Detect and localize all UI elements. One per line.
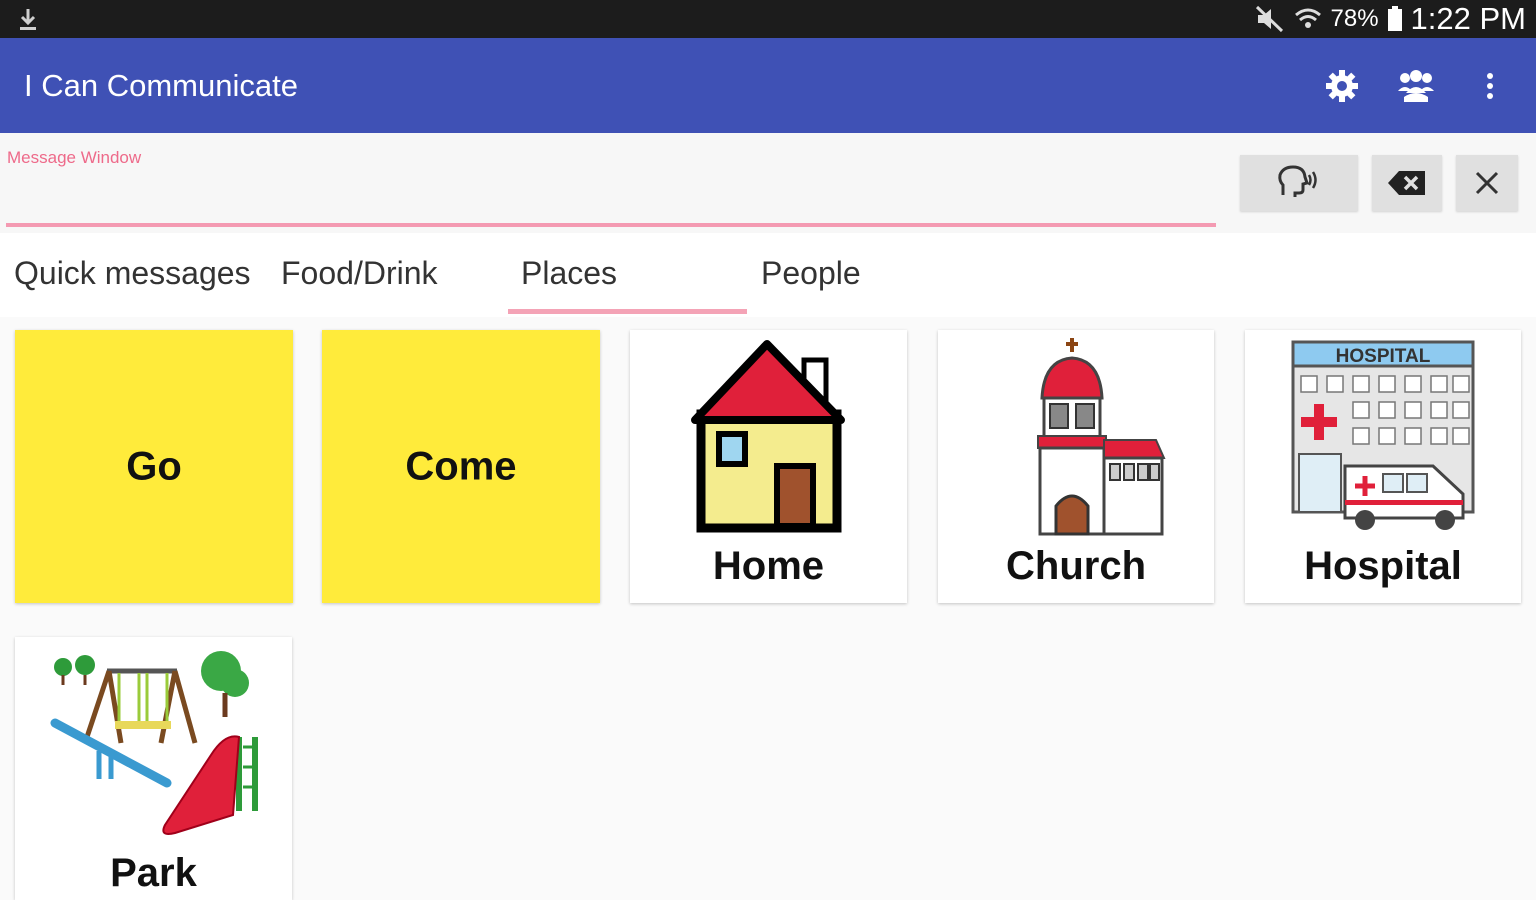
overflow-menu-button[interactable] (1468, 64, 1512, 108)
hospital-sign-text: HOSPITAL (1336, 346, 1431, 367)
hospital-icon: HOSPITAL (1291, 340, 1475, 530)
message-window-input[interactable] (6, 171, 1216, 221)
house-icon (690, 340, 845, 533)
tile-come[interactable]: Come (322, 330, 600, 603)
tile-label: Home (712, 544, 825, 588)
clock: 1:22 PM (1410, 1, 1526, 36)
backspace-button[interactable] (1372, 155, 1442, 211)
wifi-icon (1294, 8, 1321, 28)
tile-label: Come (405, 444, 517, 488)
people-button[interactable] (1394, 64, 1438, 108)
download-icon (20, 9, 36, 30)
backspace-icon (1388, 171, 1425, 195)
people-icon (1398, 69, 1434, 102)
tile-go[interactable]: Go (15, 330, 293, 603)
settings-button[interactable] (1320, 64, 1364, 108)
battery-percent: 78% (1330, 5, 1379, 32)
message-window-underline (6, 223, 1216, 227)
app-bar: I Can Communicate (0, 38, 1536, 133)
tile-hospital[interactable]: HOSPITAL Hospital (1245, 330, 1521, 603)
tab-people[interactable]: People (761, 255, 861, 292)
tab-places[interactable]: Places (521, 255, 617, 292)
tile-label: Go (126, 444, 182, 488)
close-icon (1475, 171, 1499, 195)
tab-food-drink[interactable]: Food/Drink (281, 255, 438, 292)
message-area: Message Window (0, 133, 1536, 233)
message-window-label: Message Window (7, 148, 142, 167)
tile-park[interactable]: Park (15, 637, 292, 900)
speak-button[interactable] (1240, 155, 1358, 211)
status-bar: 78% 1:22 PM (0, 0, 1536, 38)
tile-label: Park (110, 851, 197, 895)
battery-icon (1387, 6, 1402, 31)
tile-label: Church (1006, 544, 1146, 588)
tab-quick-messages[interactable]: Quick messages (14, 255, 251, 292)
tab-selected-indicator (508, 309, 747, 314)
church-icon (1037, 338, 1166, 536)
clear-button[interactable] (1456, 155, 1518, 211)
tile-label: Hospital (1304, 544, 1462, 588)
tile-church[interactable]: Church (938, 330, 1214, 603)
overflow-menu-icon (1487, 72, 1493, 99)
playground-icon (50, 651, 258, 835)
mute-icon (1255, 5, 1283, 33)
category-tabs: Quick messages Food/Drink Places People (0, 233, 1536, 317)
app-title: I Can Communicate (24, 68, 298, 103)
settings-icon (1326, 69, 1358, 102)
speak-icon (1278, 165, 1317, 197)
tile-home[interactable]: Home (630, 330, 907, 603)
